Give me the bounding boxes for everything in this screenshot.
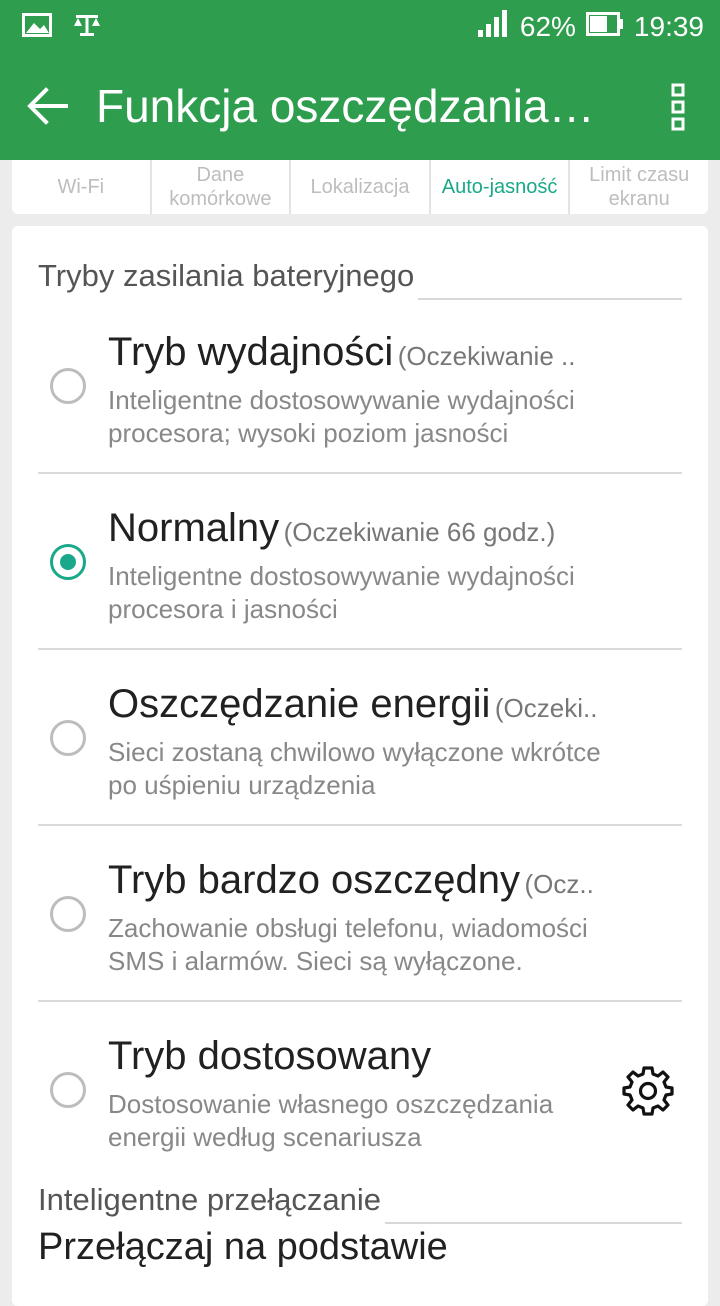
battery-icon bbox=[585, 11, 624, 43]
option-description: Inteligentne dostosowywanie wydajności p… bbox=[108, 385, 575, 448]
option-title-main: Oszczędzanie energii bbox=[108, 682, 491, 726]
tab-wifi[interactable]: Wi-Fi bbox=[12, 160, 152, 214]
section-divider bbox=[384, 1221, 682, 1224]
overflow-menu-icon[interactable] bbox=[664, 82, 692, 132]
option-description: Sieci zostaną chwilowo wyłączone wkrótce… bbox=[108, 737, 601, 800]
option-description: Zachowanie obsługi telefonu, wiadomości … bbox=[108, 913, 588, 976]
quick-settings-tabs: Wi-Fi Dane komórkowe Lokalizacja Auto-ja… bbox=[12, 160, 708, 214]
settings-card: Tryby zasilania bateryjnego Tryb wydajno… bbox=[12, 226, 708, 1306]
option-description: Dostosowanie własnego oszczędzania energ… bbox=[108, 1089, 554, 1152]
option-title: Normalny (Oczekiwanie 66 godz.) bbox=[108, 506, 612, 551]
option-custom-mode[interactable]: Tryb dostosowany Dostosowanie własnego o… bbox=[38, 1002, 682, 1178]
tab-auto-brightness[interactable]: Auto-jasność bbox=[431, 160, 571, 214]
switch-based-on-title[interactable]: Przełączaj na podstawie bbox=[38, 1226, 448, 1269]
option-title-sub: (Oczekiwanie 66 godz.) bbox=[283, 517, 556, 547]
section-header-battery-modes: Tryby zasilania bateryjnego bbox=[38, 258, 682, 300]
option-performance-mode[interactable]: Tryb wydajności (Oczekiwanie .. Intelige… bbox=[38, 298, 682, 474]
option-title-sub: (Oczekiwanie .. bbox=[397, 341, 576, 371]
section-header-smart-switch: Inteligentne przełączanie bbox=[38, 1182, 682, 1224]
radio-button[interactable] bbox=[50, 368, 86, 404]
clock: 19:39 bbox=[633, 10, 704, 42]
app-bar: Funkcja oszczędzania… bbox=[0, 52, 720, 160]
radio-button[interactable] bbox=[50, 720, 86, 756]
option-title-sub: (Oczeki.. bbox=[494, 693, 598, 723]
radio-button[interactable] bbox=[50, 896, 86, 932]
back-arrow-icon[interactable] bbox=[24, 82, 72, 130]
signal-icon bbox=[476, 8, 510, 45]
option-title-main: Tryb wydajności bbox=[108, 330, 394, 374]
radio-button-selected[interactable] bbox=[50, 544, 86, 580]
option-title: Tryb dostosowany bbox=[108, 1034, 612, 1079]
tab-mobile-data[interactable]: Dane komórkowe bbox=[152, 160, 292, 214]
battery-percent: 62% bbox=[519, 10, 576, 42]
option-title-main: Normalny bbox=[108, 506, 280, 550]
option-ultra-saving[interactable]: Tryb bardzo oszczędny (Ocz.. Zachowanie … bbox=[38, 826, 682, 1002]
option-power-saving[interactable]: Oszczędzanie energii (Oczeki.. Sieci zos… bbox=[38, 650, 682, 826]
radio-button[interactable] bbox=[50, 1072, 86, 1108]
section-header-label: Inteligentne przełączanie bbox=[38, 1182, 381, 1217]
page-title: Funkcja oszczędzania… bbox=[96, 80, 595, 132]
option-title-main: Tryb bardzo oszczędny bbox=[108, 858, 521, 902]
tab-location[interactable]: Lokalizacja bbox=[291, 160, 431, 214]
scale-icon bbox=[72, 12, 102, 43]
option-title-main: Tryb dostosowany bbox=[108, 1034, 432, 1078]
option-title: Tryb bardzo oszczędny (Ocz.. bbox=[108, 858, 612, 903]
section-header-label: Tryby zasilania bateryjnego bbox=[38, 258, 415, 293]
option-normal-mode[interactable]: Normalny (Oczekiwanie 66 godz.) Intelige… bbox=[38, 474, 682, 650]
tab-screen-timeout[interactable]: Limit czasu ekranu bbox=[570, 160, 708, 214]
status-bar: 62% 19:39 bbox=[0, 0, 720, 52]
option-title: Tryb wydajności (Oczekiwanie .. bbox=[108, 330, 612, 375]
gear-icon[interactable] bbox=[622, 1064, 674, 1116]
option-title-sub: (Ocz.. bbox=[524, 869, 594, 899]
option-title: Oszczędzanie energii (Oczeki.. bbox=[108, 682, 612, 727]
image-icon bbox=[22, 13, 52, 42]
option-description: Inteligentne dostosowywanie wydajności p… bbox=[108, 561, 575, 624]
